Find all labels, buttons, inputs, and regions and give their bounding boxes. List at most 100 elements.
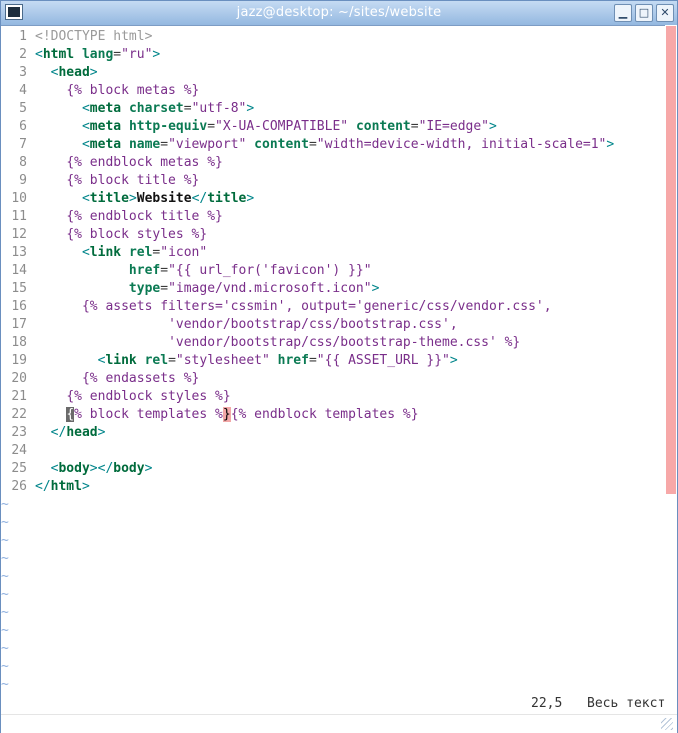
code-token: = <box>207 119 216 134</box>
code-token: "{{ url_for('favicon') }}" <box>168 263 372 278</box>
line-number: 22 <box>11 407 27 422</box>
code-line[interactable]: 18 'vendor/bootstrap/css/bootstrap-theme… <box>1 334 520 352</box>
code-token: < <box>81 119 90 134</box>
code-token: {% endblock templates %} <box>230 407 419 422</box>
code-token: = <box>160 263 169 278</box>
code-line[interactable]: 1 <!DOCTYPE html> <box>1 28 152 46</box>
code-line[interactable]: 12 {% block styles %} <box>1 226 207 244</box>
code-token: "utf-8" <box>191 101 247 116</box>
code-token: ></ <box>89 461 114 476</box>
empty-line-tilde: ~ <box>1 641 9 656</box>
code-line[interactable]: 25 <body></body> <box>1 460 152 478</box>
code-token: meta <box>89 137 129 152</box>
code-line[interactable]: 23 </head> <box>1 424 105 442</box>
code-token: % block templates % <box>74 407 223 422</box>
code-line[interactable]: 5 <meta charset="utf-8"> <box>1 100 254 118</box>
terminal-window: jazz@desktop: ~/sites/website ▁ □ ✕ 1 <!D… <box>0 0 678 733</box>
code-token: head <box>58 65 90 80</box>
code-line[interactable]: 17 'vendor/bootstrap/css/bootstrap.css', <box>1 316 458 334</box>
code-line[interactable]: 2 <html lang="ru"> <box>1 46 160 64</box>
vim-status-line: 22,5 Весь текст <box>1 694 677 714</box>
title-bar[interactable]: jazz@desktop: ~/sites/website ▁ □ ✕ <box>1 1 677 26</box>
code-line[interactable]: 15 type="image/vnd.microsoft.icon"> <box>1 280 379 298</box>
code-token: 'vendor/bootstrap/css/bootstrap.css', <box>168 317 458 332</box>
code-token: html <box>42 47 82 62</box>
line-number: 15 <box>11 281 27 296</box>
code-line[interactable]: 8 {% endblock metas %} <box>1 154 223 172</box>
line-number: 24 <box>11 443 27 458</box>
empty-line-tilde: ~ <box>1 623 9 638</box>
code-line[interactable]: 14 href="{{ url_for('favicon') }}" <box>1 262 372 280</box>
code-token: </ <box>50 425 67 440</box>
line-number: 6 <box>19 119 27 134</box>
code-line[interactable]: 16 {% assets filters='cssmin', output='g… <box>1 298 551 316</box>
code-line[interactable]: 9 {% block title %} <box>1 172 199 190</box>
line-number: 18 <box>11 335 27 350</box>
window-title: jazz@desktop: ~/sites/website <box>236 5 442 20</box>
empty-line-tilde: ~ <box>1 515 9 530</box>
code-token: > <box>152 47 161 62</box>
code-line[interactable]: 10 <title>Website</title> <box>1 190 254 208</box>
vim-editor-area[interactable]: 1 <!DOCTYPE html> 2 <html lang="ru"> 3 <head… <box>1 25 677 694</box>
code-line[interactable]: 13 <link rel="icon" <box>1 244 207 262</box>
code-line[interactable]: 7 <meta name="viewport" content="width=d… <box>1 136 614 154</box>
scrollbar-thumb[interactable] <box>666 26 676 494</box>
line-number: 9 <box>19 173 27 188</box>
code-token: </ <box>35 479 51 494</box>
line-number: 10 <box>11 191 27 206</box>
code-token: "stylesheet" <box>175 353 278 368</box>
code-line[interactable]: 20 {% endassets %} <box>1 370 199 388</box>
code-token: {% endassets %} <box>81 371 200 386</box>
code-token: meta <box>89 119 129 134</box>
code-token: < <box>35 47 43 62</box>
code-token: link <box>89 245 129 260</box>
code-line[interactable]: 22 {% block templates %}{% endblock temp… <box>1 406 419 424</box>
minimize-button[interactable]: ▁ <box>614 4 632 22</box>
code-token: = <box>308 137 317 152</box>
code-token: > <box>606 137 615 152</box>
resize-grip-icon[interactable] <box>661 718 673 730</box>
code-line[interactable]: 11 {% endblock title %} <box>1 208 223 226</box>
code-token: title <box>89 191 129 206</box>
code-token: charset <box>128 101 184 116</box>
code-token: rel <box>128 245 153 260</box>
code-line[interactable]: 4 {% block metas %} <box>1 82 199 100</box>
code-token: "image/vnd.microsoft.icon" <box>168 281 372 296</box>
line-number: 13 <box>11 245 27 260</box>
code-line[interactable]: 21 {% endblock styles %} <box>1 388 230 406</box>
text-cursor: { <box>66 407 75 422</box>
code-line[interactable]: 6 <meta http-equiv="X-UA-COMPATIBLE" con… <box>1 118 497 136</box>
close-button[interactable]: ✕ <box>656 4 674 22</box>
code-token: content <box>355 119 411 134</box>
code-token: lang <box>81 47 114 62</box>
code-token: body <box>113 461 145 476</box>
line-number: 16 <box>11 299 27 314</box>
code-token: < <box>81 191 90 206</box>
code-token: "width=device-width, initial-scale=1" <box>316 137 607 152</box>
code-token: > <box>81 479 90 494</box>
cursor-position: 22,5 <box>531 696 563 711</box>
code-line[interactable]: 19 <link rel="stylesheet" href="{{ ASSET… <box>1 352 457 370</box>
line-number: 20 <box>11 371 27 386</box>
code-line[interactable]: 26 </html> <box>1 478 90 496</box>
code-token: < <box>81 137 90 152</box>
code-line[interactable]: 3 <head> <box>1 64 97 82</box>
line-number: 7 <box>19 137 27 152</box>
empty-line-tilde: ~ <box>1 605 9 620</box>
code-line[interactable]: 24 <box>1 442 35 460</box>
code-token: < <box>81 101 90 116</box>
maximize-button[interactable]: □ <box>635 4 653 22</box>
empty-line-tilde: ~ <box>1 587 9 602</box>
line-number: 17 <box>11 317 27 332</box>
code-token: Website <box>136 191 192 206</box>
code-token: = <box>160 281 169 296</box>
